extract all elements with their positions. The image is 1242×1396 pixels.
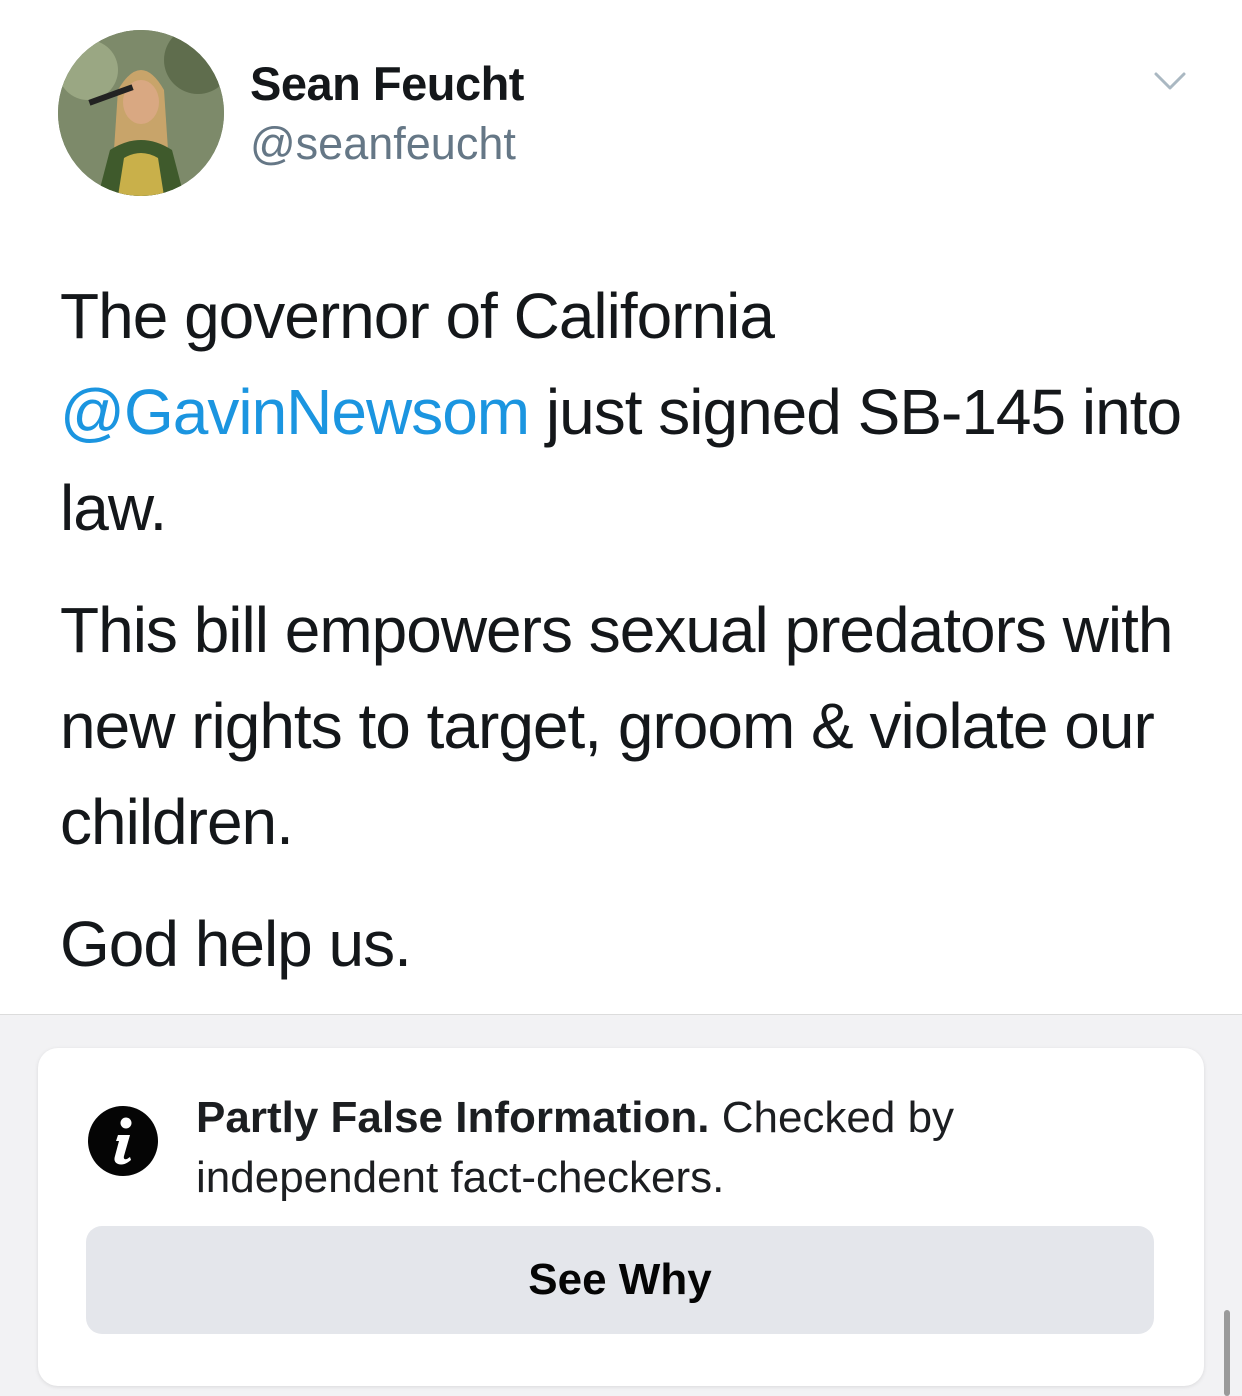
user-handle[interactable]: @seanfeucht	[250, 118, 516, 170]
tweet-card: Sean Feucht @seanfeucht The governor of …	[0, 0, 1242, 1015]
display-name[interactable]: Sean Feucht	[250, 56, 524, 111]
chevron-down-icon[interactable]	[1150, 66, 1190, 96]
see-why-button[interactable]: See Why	[86, 1226, 1154, 1334]
avatar[interactable]	[58, 30, 224, 196]
fact-check-message: Partly False Information. Checked by ind…	[196, 1088, 1156, 1208]
avatar-photo	[58, 30, 224, 196]
mention-link[interactable]: @GavinNewsom	[60, 376, 530, 448]
tweet-body: The governor of California @GavinNewsom j…	[60, 268, 1190, 1018]
scrollbar[interactable]	[1224, 1310, 1230, 1396]
info-icon	[88, 1106, 158, 1176]
fact-check-card: Partly False Information. Checked by ind…	[38, 1048, 1204, 1386]
tweet-paragraph: This bill empowers sexual predators with…	[60, 594, 1173, 858]
tweet-text-lead: The governor of California	[60, 280, 775, 352]
tweet-paragraph: The governor of California @GavinNewsom j…	[60, 268, 1190, 556]
tweet-paragraph: God help us.	[60, 908, 412, 980]
fact-check-rating: Partly False Information.	[196, 1093, 710, 1142]
